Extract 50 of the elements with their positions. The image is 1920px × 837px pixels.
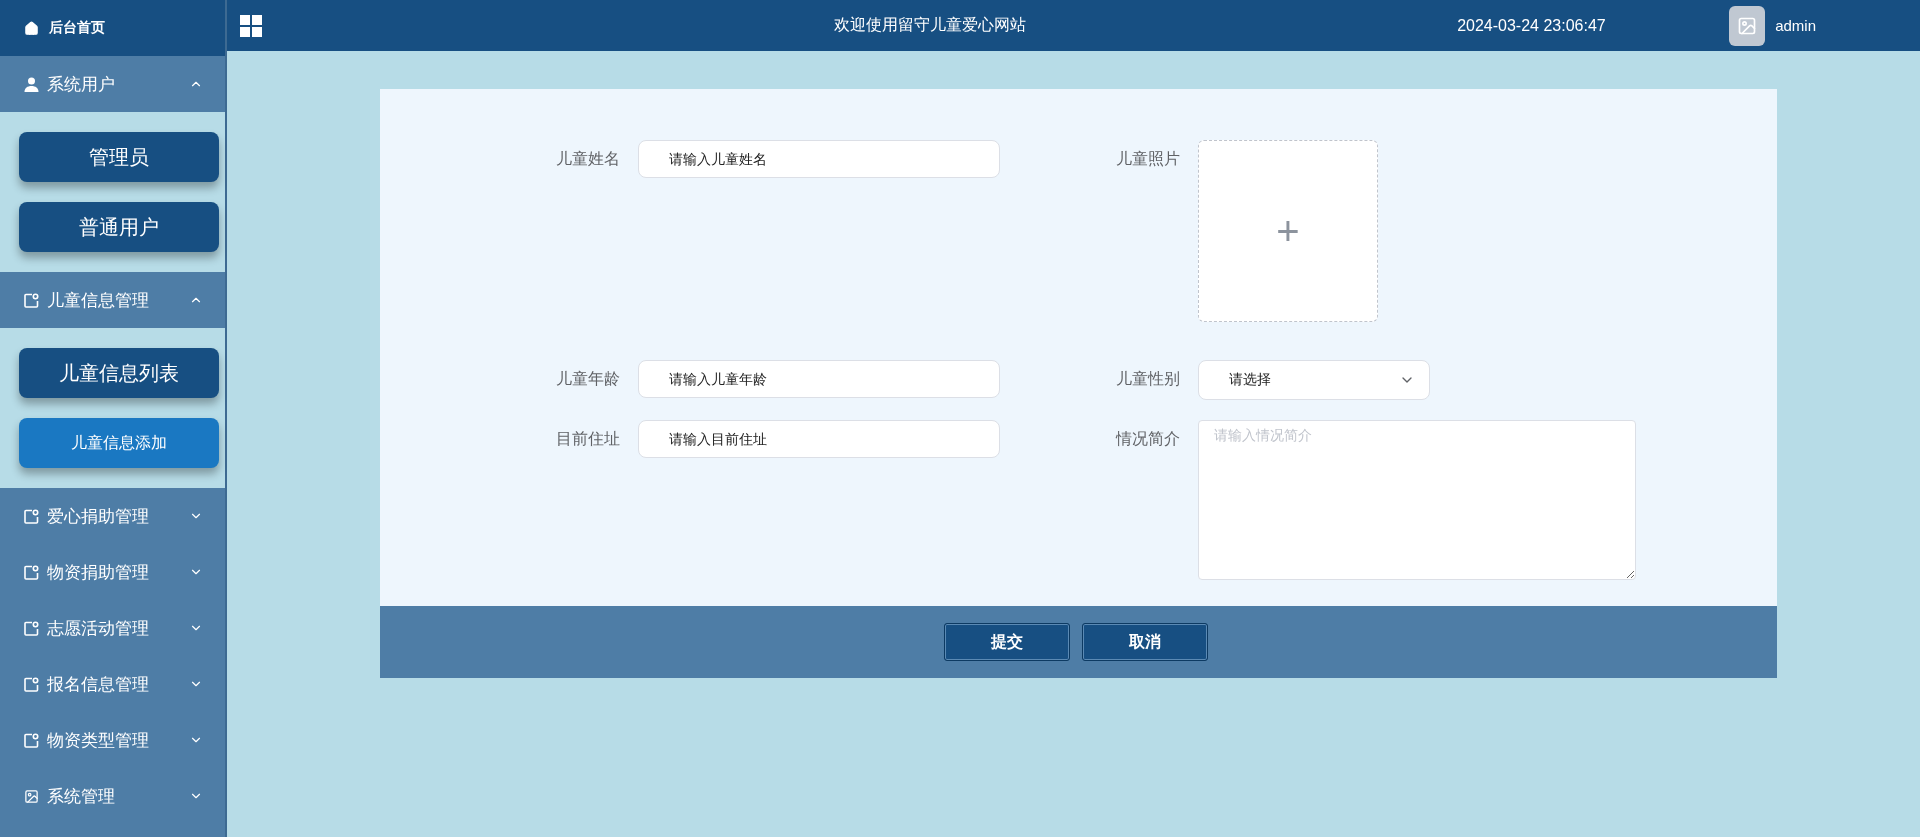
group-label: 物资捐助管理	[47, 561, 150, 584]
text-input[interactable]: 请输入目前住址	[638, 420, 1000, 458]
field-label: 情况简介	[1114, 429, 1180, 449]
sidebar-group[interactable]: 儿童信息管理	[0, 272, 225, 328]
text-input[interactable]: 请输入儿童姓名	[638, 140, 1000, 178]
field-label: 目前住址	[555, 429, 620, 449]
cancel-button[interactable]: 取消	[1081, 623, 1208, 661]
submenu-item[interactable]: 管理员	[19, 132, 219, 182]
site-title: 欢迎使用留守儿童爱心网站	[832, 15, 1027, 35]
grid-icon[interactable]	[240, 14, 262, 37]
submenu-item[interactable]: 普通用户	[19, 202, 219, 252]
group-label: 报名信息管理	[47, 673, 150, 696]
field-label: 儿童年龄	[555, 369, 620, 389]
group-label: 志愿活动管理	[47, 617, 150, 640]
datetime: 2024-03-24 23:06:47	[1457, 16, 1607, 35]
textarea-field[interactable]: 请输入情况简介	[1198, 420, 1636, 580]
submenu-item[interactable]: 儿童信息添加	[19, 418, 219, 468]
sidebar-group[interactable]: 系统用户	[0, 56, 225, 112]
sidebar-group[interactable]: 爱心捐助管理	[0, 488, 225, 544]
home-icon	[24, 20, 39, 36]
username: admin	[1775, 17, 1816, 34]
document-icon	[24, 620, 39, 636]
document-icon	[24, 292, 39, 308]
document-icon	[24, 732, 39, 748]
field-label: 儿童照片	[1115, 149, 1180, 169]
image-icon	[1737, 15, 1758, 36]
image-icon	[24, 788, 39, 804]
sidebar-group[interactable]: 报名信息管理	[0, 656, 225, 712]
field-label: 儿童性别	[1115, 369, 1180, 389]
document-icon	[24, 676, 39, 692]
text-input[interactable]: 请输入儿童年龄	[638, 360, 1000, 398]
sidebar-group[interactable]: 志愿活动管理	[0, 600, 225, 656]
submenu-item[interactable]: 儿童信息列表	[19, 348, 219, 398]
user-icon	[24, 76, 39, 92]
document-icon	[24, 508, 39, 524]
sidebar-group[interactable]: 物资类型管理	[0, 712, 225, 768]
sidebar-group[interactable]: 物资捐助管理	[0, 544, 225, 600]
sidebar-home-link[interactable]: 后台首页	[0, 0, 225, 56]
group-label: 儿童信息管理	[47, 289, 150, 312]
group-label: 系统管理	[47, 785, 116, 808]
upload-button[interactable]: +	[1198, 140, 1378, 322]
group-label: 系统用户	[47, 73, 116, 96]
document-icon	[24, 564, 39, 580]
group-label: 爱心捐助管理	[47, 505, 150, 528]
group-label: 物资类型管理	[47, 729, 150, 752]
submit-button[interactable]: 提交	[943, 623, 1070, 661]
sidebar-group[interactable]: 系统管理	[0, 768, 225, 824]
avatar[interactable]	[1729, 5, 1766, 46]
field-label: 儿童姓名	[555, 149, 620, 169]
select-field[interactable]: 请选择	[1198, 360, 1430, 400]
